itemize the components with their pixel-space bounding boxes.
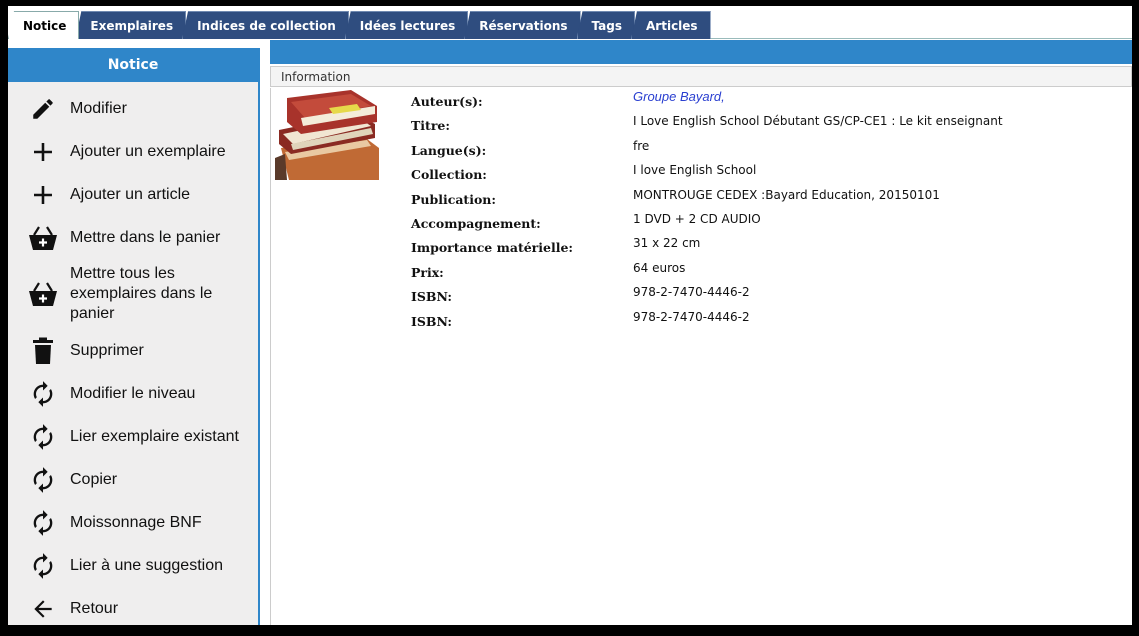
- tab-reservations[interactable]: Réservations: [464, 11, 581, 39]
- tab-label: Articles: [646, 18, 698, 33]
- menu-label: Modifier: [70, 99, 127, 117]
- field-value: 978-2-7470-4446-2: [633, 309, 750, 324]
- modifier-button[interactable]: Modifier: [8, 87, 258, 130]
- tab-exemplaires[interactable]: Exemplaires: [75, 11, 187, 39]
- field-label: Auteur(s):: [411, 94, 483, 109]
- tab-bar: Notice Exemplaires Indices de collection…: [8, 6, 1132, 39]
- field-value: I Love English School Débutant GS/CP-CE1…: [633, 114, 1003, 129]
- refresh-icon: [28, 551, 58, 581]
- field-label: Langue(s):: [411, 142, 487, 158]
- menu-label: Moissonnage BNF: [70, 513, 202, 531]
- tab-label: Idées lectures: [359, 18, 456, 33]
- field-value: 64 euros: [633, 260, 686, 275]
- basket-add-icon: [28, 279, 58, 309]
- lier-suggestion-button[interactable]: Lier à une suggestion: [8, 544, 258, 587]
- modifier-niveau-button[interactable]: Modifier le niveau: [8, 372, 258, 415]
- refresh-icon: [28, 379, 58, 409]
- menu-label: Lier exemplaire existant: [70, 427, 239, 445]
- ajouter-article-button[interactable]: Ajouter un article: [8, 173, 258, 216]
- field-label: Publication:: [411, 191, 496, 207]
- field-value: 31 x 22 cm: [633, 236, 701, 251]
- tab-label: Notice: [23, 18, 67, 33]
- tab-label: Indices de collection: [197, 18, 336, 33]
- menu-label: Ajouter un article: [70, 185, 191, 203]
- lier-exemplaire-existant-button[interactable]: Lier exemplaire existant: [8, 415, 258, 458]
- pencil-icon: [28, 94, 58, 124]
- tab-label: Tags: [591, 18, 623, 33]
- sidebar-menu: Modifier Ajouter un exemplaire Ajouter u…: [8, 87, 258, 625]
- menu-label: Copier: [70, 470, 118, 488]
- field-label: Importance matérielle:: [411, 240, 574, 256]
- field-value: I love English School: [633, 163, 757, 178]
- arrow-left-icon: [28, 594, 58, 624]
- field-value: 978-2-7470-4446-2: [633, 285, 750, 300]
- copier-button[interactable]: Copier: [8, 458, 258, 501]
- information-heading: Information: [270, 66, 1132, 87]
- mettre-dans-panier-button[interactable]: Mettre dans le panier: [8, 216, 258, 259]
- author-link[interactable]: Groupe Bayard,: [633, 89, 725, 104]
- retour-button[interactable]: Retour: [8, 587, 258, 625]
- ajouter-exemplaire-button[interactable]: Ajouter un exemplaire: [8, 130, 258, 173]
- sidebar: Notice Modifier Ajouter un exemplaire Aj…: [8, 48, 260, 625]
- menu-label: Mettre dans le panier: [70, 228, 221, 246]
- tab-notice[interactable]: Notice: [8, 11, 80, 39]
- book-cover-image: [271, 88, 379, 180]
- sidebar-title: Notice: [8, 48, 258, 82]
- menu-label: Lier à une suggestion: [70, 556, 223, 574]
- tab-articles[interactable]: Articles: [631, 11, 711, 39]
- field-label: ISBN:: [411, 289, 453, 305]
- content-header-bar: [270, 40, 1132, 64]
- tab-tags[interactable]: Tags: [576, 11, 636, 39]
- field-label: Accompagnement:: [411, 215, 541, 231]
- basket-add-icon: [28, 223, 58, 253]
- field-label: ISBN:: [411, 313, 453, 329]
- refresh-icon: [28, 508, 58, 538]
- menu-label: Mettre tous les exemplaires dans le pani…: [70, 265, 213, 322]
- menu-label: Modifier le niveau: [70, 384, 196, 402]
- tab-label: Exemplaires: [90, 18, 174, 33]
- plus-icon: [28, 180, 58, 210]
- menu-label: Ajouter un exemplaire: [70, 142, 226, 160]
- menu-label: Retour: [70, 599, 119, 617]
- field-label: Titre:: [411, 118, 450, 134]
- app-window: Notice Exemplaires Indices de collection…: [8, 6, 1132, 625]
- record-details: Auteur(s): Groupe Bayard, Titre: I Love …: [270, 88, 1132, 625]
- mettre-tous-exemplaires-panier-button[interactable]: Mettre tous les exemplaires dans le pani…: [8, 259, 258, 329]
- supprimer-button[interactable]: Supprimer: [8, 329, 258, 372]
- moissonnage-bnf-button[interactable]: Moissonnage BNF: [8, 501, 258, 544]
- trash-icon: [28, 336, 58, 366]
- refresh-icon: [28, 422, 58, 452]
- menu-label: Supprimer: [70, 341, 144, 359]
- refresh-icon: [28, 465, 58, 495]
- tab-idees-lectures[interactable]: Idées lectures: [344, 11, 469, 39]
- plus-icon: [28, 137, 58, 167]
- field-value: MONTROUGE CEDEX :Bayard Education, 20150…: [633, 187, 940, 202]
- field-label: Collection:: [411, 167, 487, 183]
- field-value: fre: [633, 138, 650, 153]
- tab-indices-de-collection[interactable]: Indices de collection: [182, 11, 349, 39]
- tab-label: Réservations: [479, 18, 568, 33]
- field-value: 1 DVD + 2 CD AUDIO: [633, 211, 761, 226]
- field-label: Prix:: [411, 264, 444, 280]
